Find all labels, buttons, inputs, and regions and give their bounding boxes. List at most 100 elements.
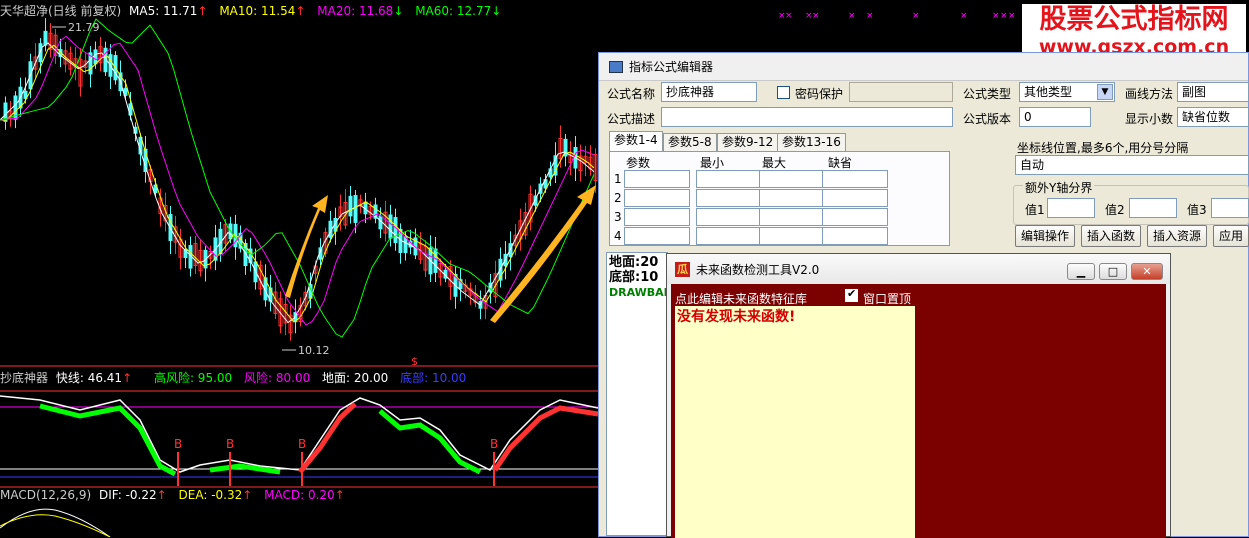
param-max-cell[interactable] bbox=[759, 208, 825, 226]
param-row-number: 2 bbox=[614, 191, 622, 205]
tab-params-5-8[interactable]: 参数5-8 bbox=[663, 133, 717, 151]
param-name-cell[interactable] bbox=[624, 227, 690, 245]
insert-resource-button[interactable]: 插入资源 bbox=[1147, 225, 1207, 247]
extra-y-axis-label: 额外Y轴分界 bbox=[1023, 179, 1095, 196]
code-line: 地面:20 bbox=[609, 255, 659, 270]
buy-signal-label: B bbox=[174, 437, 182, 451]
edit-operation-button[interactable]: 编辑操作 bbox=[1015, 225, 1075, 247]
password-protect-checkbox[interactable] bbox=[777, 86, 790, 99]
ground-value: 地面: 20.00 bbox=[322, 371, 389, 385]
draw-method-select[interactable]: 副图 bbox=[1177, 82, 1249, 102]
param-min-cell[interactable] bbox=[696, 208, 762, 226]
code-line: DRAWBANI bbox=[609, 286, 667, 299]
value2-label: 值2 bbox=[1105, 203, 1125, 217]
param-default-cell[interactable] bbox=[822, 170, 888, 188]
col-header-max: 最大 bbox=[762, 156, 787, 170]
ma60-value: MA60: 12.77 bbox=[415, 4, 492, 18]
up-arrow-icon: ↑ bbox=[242, 488, 253, 502]
minimize-icon: ▁ bbox=[1076, 265, 1086, 278]
param-min-cell[interactable] bbox=[696, 170, 762, 188]
result-panel: 没有发现未来函数! bbox=[675, 306, 915, 538]
value3-label: 值3 bbox=[1187, 203, 1207, 217]
ma10-value: MA10: 11.54 bbox=[219, 4, 296, 18]
display-decimal-label: 显示小数 bbox=[1125, 112, 1174, 126]
formula-code-editor[interactable]: 地面:20 底部:10 DRAWBANI bbox=[606, 252, 668, 536]
code-line: 底部:10 bbox=[609, 270, 659, 285]
close-button[interactable]: ✕ bbox=[1131, 263, 1163, 280]
dollar-mark: $ bbox=[411, 355, 418, 368]
formula-desc-input[interactable] bbox=[661, 107, 953, 127]
candle-body bbox=[348, 195, 353, 217]
editor-titlebar[interactable]: 指标公式编辑器 bbox=[599, 53, 1248, 81]
param-name-cell[interactable] bbox=[624, 208, 690, 226]
candle-body bbox=[393, 217, 398, 244]
annotation-arrow-left bbox=[285, 195, 328, 298]
signal-dot: × bbox=[812, 11, 820, 21]
up-arrow-icon: ↑ bbox=[334, 488, 345, 502]
macd-header: MACD(12,26,9) DIF: -0.22↑ DEA: -0.32↑ MA… bbox=[0, 488, 353, 502]
editor-window-icon bbox=[609, 60, 623, 73]
high-price-label: 21.79 bbox=[68, 21, 100, 34]
param-min-cell[interactable] bbox=[696, 227, 762, 245]
tab-params-13-16[interactable]: 参数13-16 bbox=[777, 133, 846, 151]
chevron-down-icon[interactable]: ▼ bbox=[1097, 84, 1113, 100]
future-function-tool-window[interactable]: 瓜 未来函数检测工具V2.0 ▁ □ ✕ 点此编辑未来函数特征库 ✔ 窗口置顶 … bbox=[666, 253, 1171, 538]
param-default-cell[interactable] bbox=[822, 227, 888, 245]
dif-value: DIF: -0.22 bbox=[98, 488, 157, 502]
param-default-cell[interactable] bbox=[822, 189, 888, 207]
buy-signal-label: B bbox=[490, 437, 498, 451]
param-min-cell[interactable] bbox=[696, 189, 762, 207]
apply-button[interactable]: 应用 bbox=[1213, 225, 1249, 247]
check-icon: ✔ bbox=[847, 287, 857, 300]
dea-value: DEA: -0.32 bbox=[178, 488, 243, 502]
password-input[interactable] bbox=[849, 82, 953, 102]
signal-dot: × bbox=[866, 11, 874, 21]
edit-feature-lib-link[interactable]: 点此编辑未来函数特征库 bbox=[675, 290, 807, 307]
window-pin-checkbox[interactable]: ✔ bbox=[845, 287, 858, 302]
formula-version-input[interactable]: 0 bbox=[1019, 107, 1091, 127]
display-decimal-select[interactable]: 缺省位数 bbox=[1177, 107, 1249, 127]
minimize-button[interactable]: ▁ bbox=[1067, 263, 1095, 280]
value3-input[interactable] bbox=[1211, 198, 1249, 218]
value1-input[interactable] bbox=[1047, 198, 1095, 218]
formula-desc-label: 公式描述 bbox=[607, 112, 656, 126]
formula-name-input[interactable]: 抄底神器 bbox=[661, 82, 757, 102]
maximize-icon: □ bbox=[1107, 265, 1119, 278]
risk-band bbox=[39, 403, 177, 477]
up-arrow-icon: ↑ bbox=[197, 4, 208, 18]
candle-body bbox=[43, 30, 48, 46]
signal-dot: × bbox=[1008, 11, 1016, 21]
risk-value: 风险: 80.00 bbox=[244, 371, 311, 385]
macd-value: MACD: 0.20 bbox=[264, 488, 335, 502]
formula-type-select[interactable]: 其他类型 ▼ bbox=[1019, 82, 1115, 102]
maximize-button[interactable]: □ bbox=[1099, 263, 1127, 280]
candle-body bbox=[353, 195, 358, 223]
param-max-cell[interactable] bbox=[759, 170, 825, 188]
stock-chart[interactable]: 21.79 10.12 $ B B B B bbox=[0, 0, 600, 537]
candle-body bbox=[93, 49, 98, 65]
tab-params-9-12[interactable]: 参数9-12 bbox=[717, 133, 779, 151]
value2-input[interactable] bbox=[1129, 198, 1177, 218]
buy-signal-label: B bbox=[226, 437, 234, 451]
close-icon: ✕ bbox=[1142, 265, 1152, 278]
param-max-cell[interactable] bbox=[759, 189, 825, 207]
result-text: 没有发现未来函数! bbox=[677, 309, 796, 325]
buy-signal-label: B bbox=[298, 437, 306, 451]
high-risk-value: 高风险: 95.00 bbox=[153, 371, 233, 385]
tab-params-1-4[interactable]: 参数1-4 bbox=[609, 131, 663, 151]
risk-band bbox=[298, 402, 357, 474]
bottom-value: 底部: 10.00 bbox=[400, 371, 467, 385]
logo-title: 股票公式指标网 bbox=[1039, 4, 1229, 35]
coord-line-input[interactable]: 自动 bbox=[1015, 155, 1249, 175]
indicator-curves bbox=[0, 395, 599, 477]
signal-dot: × bbox=[1000, 11, 1008, 21]
param-max-cell[interactable] bbox=[759, 227, 825, 245]
down-arrow-icon: ↓ bbox=[393, 4, 404, 18]
ma20-value: MA20: 11.68 bbox=[317, 4, 394, 18]
param-default-cell[interactable] bbox=[822, 208, 888, 226]
param-name-cell[interactable] bbox=[624, 189, 690, 207]
ma-line bbox=[0, 44, 595, 323]
insert-function-button[interactable]: 插入函数 bbox=[1081, 225, 1141, 247]
param-row-number: 1 bbox=[614, 172, 622, 186]
param-name-cell[interactable] bbox=[624, 170, 690, 188]
